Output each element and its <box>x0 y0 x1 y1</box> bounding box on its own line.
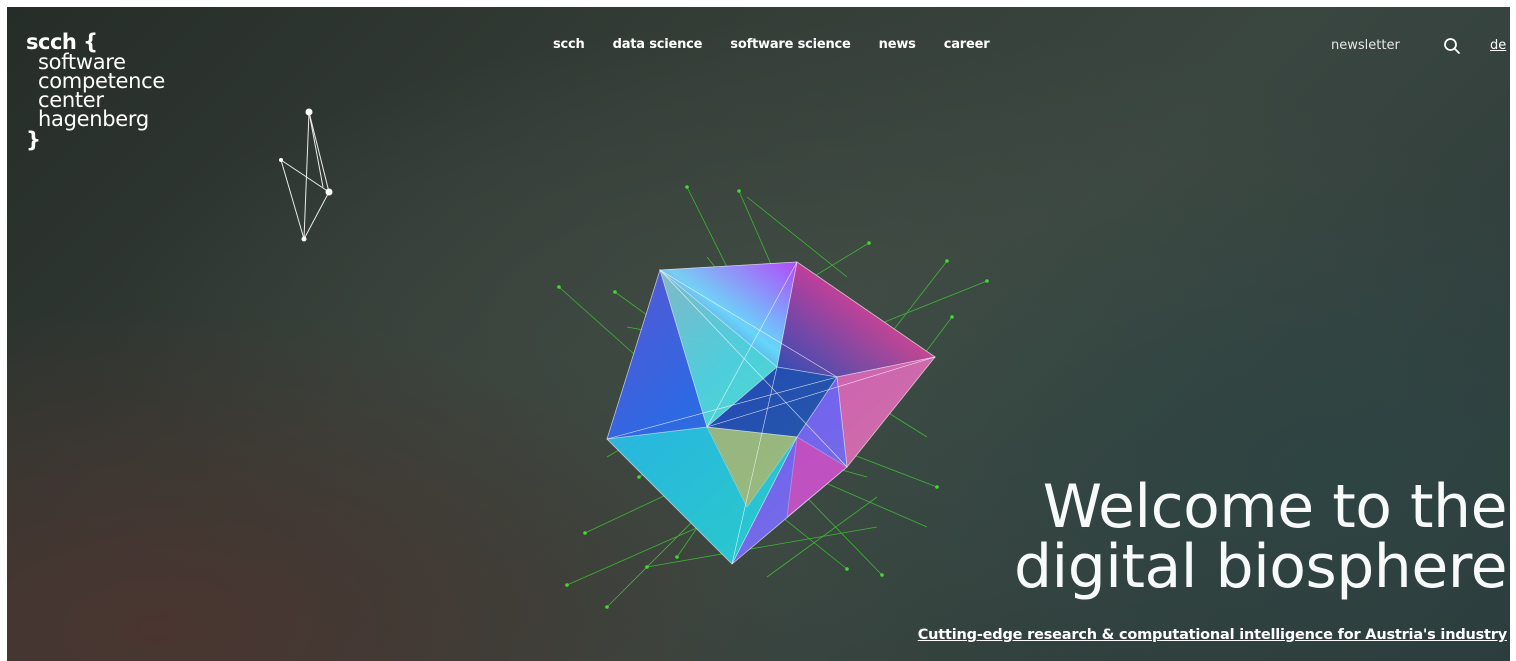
nav-item-data-science[interactable]: data science <box>613 37 703 52</box>
search-icon[interactable] <box>1443 37 1461 55</box>
nav-item-news[interactable]: news <box>879 37 916 52</box>
hero-tagline-link[interactable]: Cutting-edge research & computational in… <box>918 627 1507 643</box>
language-switch-link[interactable]: de <box>1490 38 1506 53</box>
nav-item-software-science[interactable]: software science <box>730 37 851 52</box>
nav-item-scch[interactable]: scch <box>553 37 585 52</box>
logo-line-hagenberg: hagenberg <box>38 107 149 131</box>
headline-line-1: Welcome to the <box>1042 472 1508 542</box>
headline-line-2: digital biosphere <box>1013 532 1508 602</box>
nav-item-career[interactable]: career <box>944 37 990 52</box>
page-frame: scch { software competence center hagenb… <box>0 0 1516 661</box>
hero-section: scch { software competence center hagenb… <box>7 7 1510 661</box>
newsletter-link[interactable]: newsletter <box>1331 38 1400 53</box>
main-nav: scch data science software science news … <box>553 37 1017 52</box>
logo-close-brace: } <box>26 128 41 152</box>
crystal-network-illustration <box>557 185 989 609</box>
constellation-icon <box>279 108 333 242</box>
hero-headline: Welcome to the digital biosphere <box>1013 472 1508 602</box>
site-logo[interactable]: scch { software competence center hagenb… <box>26 31 165 151</box>
